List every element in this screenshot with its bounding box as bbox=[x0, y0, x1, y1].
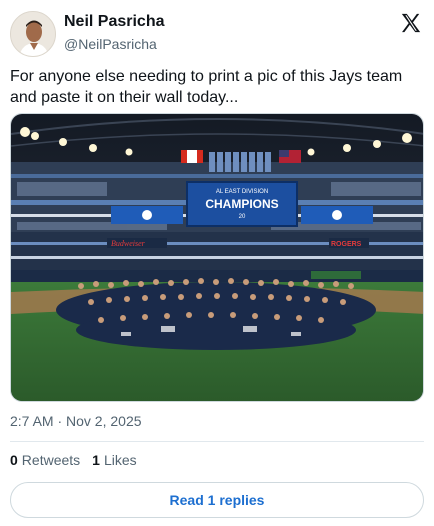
retweets-stat[interactable]: 0 Retweets bbox=[10, 452, 80, 468]
tweet-text: For anyone else needing to print a pic o… bbox=[10, 66, 424, 108]
tweet-timestamp[interactable]: 2:7 AM · Nov 2, 2025 bbox=[10, 413, 142, 429]
likes-count: 1 bbox=[92, 452, 100, 468]
banner-left: Budweiser bbox=[111, 239, 146, 248]
divider bbox=[10, 441, 424, 442]
scoreboard-year: 20 bbox=[239, 214, 246, 220]
scoreboard-line1: AL EAST DIVISION bbox=[216, 189, 268, 195]
tweet-text-line: and paste it on their wall today... bbox=[10, 89, 239, 106]
author-name[interactable]: Neil Pasricha bbox=[64, 13, 165, 31]
team-celebration-photo: AL EAST DIVISION CHAMPIONS 20 Budweiser … bbox=[11, 114, 423, 401]
scoreboard-line2: CHAMPIONS bbox=[205, 197, 278, 211]
profile-photo bbox=[11, 12, 55, 56]
engagement-stats: 0 Retweets 1 Likes bbox=[10, 452, 149, 468]
tweet-photo[interactable]: AL EAST DIVISION CHAMPIONS 20 Budweiser … bbox=[10, 113, 424, 402]
author-avatar[interactable] bbox=[10, 11, 56, 57]
likes-label: Likes bbox=[103, 452, 137, 468]
read-replies-button[interactable]: Read 1 replies bbox=[10, 482, 424, 518]
tweet-text-line: For anyone else needing to print a pic o… bbox=[10, 68, 403, 85]
banner-right: ROGERS bbox=[331, 241, 362, 248]
x-logo-icon[interactable] bbox=[400, 12, 422, 34]
retweets-label: Retweets bbox=[21, 452, 81, 468]
likes-stat[interactable]: 1 Likes bbox=[92, 452, 136, 468]
retweets-count: 0 bbox=[10, 452, 18, 468]
author-handle[interactable]: @NeilPasricha bbox=[64, 36, 157, 52]
